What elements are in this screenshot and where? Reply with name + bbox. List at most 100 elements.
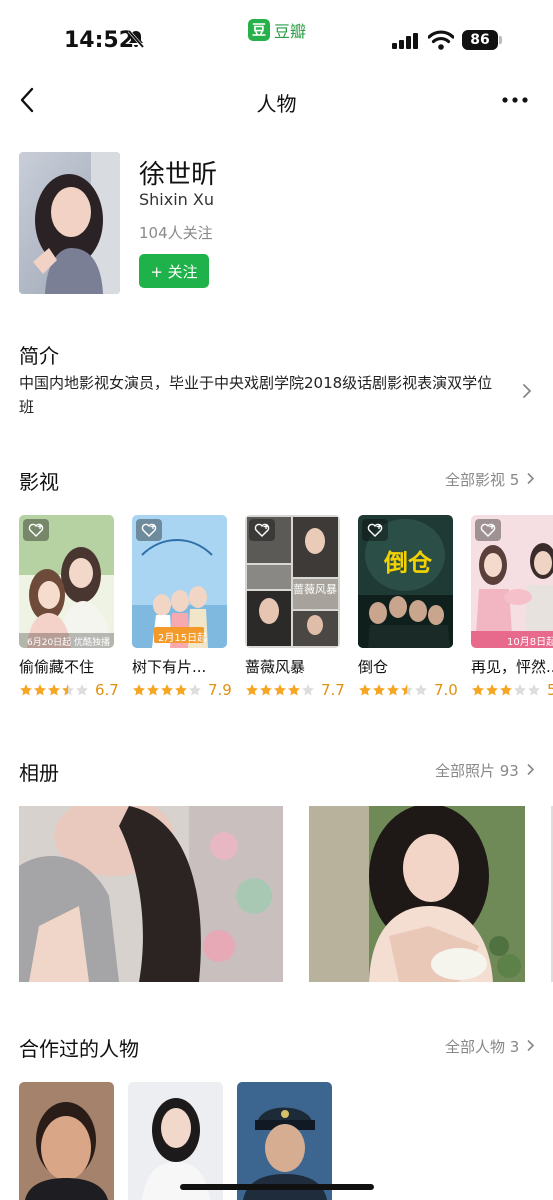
star-icon xyxy=(175,684,187,696)
wish-heart-icon[interactable] xyxy=(249,519,275,541)
star-icon xyxy=(133,684,145,696)
film-poster[interactable]: 蔷薇风暴 xyxy=(245,515,340,648)
bell-muted-icon xyxy=(127,30,145,48)
follow-button[interactable]: + 关注 xyxy=(139,254,209,288)
all-collaborators-label: 全部人物 3 xyxy=(445,1038,520,1056)
film-title: 树下有片... xyxy=(132,658,207,676)
film-score: 6.7 xyxy=(95,681,119,699)
star-icon xyxy=(34,684,46,696)
film-poster[interactable]: 倒仓 xyxy=(358,515,453,648)
app-indicator: 豆 豆瓣 xyxy=(248,19,306,41)
signal-icon xyxy=(392,33,418,49)
film-score: 7.9 xyxy=(208,681,232,699)
film-poster[interactable]: 2月15日起 xyxy=(132,515,227,648)
film-title: 倒仓 xyxy=(358,658,389,676)
wifi-icon xyxy=(428,30,454,50)
film-card[interactable]: 蔷薇风暴 蔷薇风暴 7.7 xyxy=(245,515,345,699)
film-card[interactable]: 2月15日起 树下有片... 7.9 xyxy=(132,515,232,699)
person-name: 徐世昕 xyxy=(139,160,218,190)
app-name: 豆瓣 xyxy=(274,22,307,41)
all-collaborators-link[interactable]: 全部人物 3 xyxy=(445,1036,536,1057)
album-title: 相册 xyxy=(19,761,59,785)
film-rating: 5 xyxy=(471,681,553,699)
wish-heart-icon[interactable] xyxy=(23,519,49,541)
all-works-link[interactable]: 全部影视 5 xyxy=(445,469,536,490)
star-icon xyxy=(260,684,272,696)
chevron-right-icon xyxy=(527,472,535,485)
star-icon xyxy=(246,684,258,696)
person-photo[interactable] xyxy=(19,152,120,294)
star-icon xyxy=(528,684,540,696)
film-title: 偷偷藏不住 xyxy=(19,658,95,676)
star-icon xyxy=(387,684,399,696)
star-icon xyxy=(274,684,286,696)
star-icon xyxy=(514,684,526,696)
douban-logo: 豆 xyxy=(248,19,270,41)
film-score: 7.7 xyxy=(321,681,345,699)
collaborator-photo[interactable] xyxy=(128,1082,223,1200)
collaborator-photo[interactable] xyxy=(237,1082,332,1200)
star-icon xyxy=(302,684,314,696)
star-icon xyxy=(486,684,498,696)
film-title: 蔷薇风暴 xyxy=(245,658,306,676)
intro-text[interactable]: 中国内地影视女演员，毕业于中央戏剧学院2018级话剧影视表演双学位班 xyxy=(19,371,507,419)
star-icon xyxy=(20,684,32,696)
chevron-right-icon[interactable] xyxy=(521,382,533,400)
star-icon xyxy=(401,684,413,696)
film-card[interactable]: 倒仓 倒仓 7.0 xyxy=(358,515,458,699)
all-photos-label: 全部照片 93 xyxy=(435,762,519,780)
star-rating xyxy=(132,683,202,697)
film-rating: 6.7 xyxy=(19,681,119,699)
works-title: 影视 xyxy=(19,470,59,494)
status-time: 14:52 xyxy=(64,28,135,53)
album-photo[interactable] xyxy=(309,806,525,982)
all-works-label: 全部影视 5 xyxy=(445,471,520,489)
star-icon xyxy=(48,684,60,696)
star-icon xyxy=(472,684,484,696)
star-icon xyxy=(359,684,371,696)
home-indicator[interactable] xyxy=(180,1184,374,1190)
poster-caption: 2月15日起 xyxy=(158,633,208,644)
follower-count: 104人关注 xyxy=(139,224,213,242)
page-title: 人物 xyxy=(256,92,297,116)
film-card[interactable]: 6月20日起 优酷独播 偷偷藏不住 6.7 xyxy=(19,515,119,699)
battery-cap xyxy=(499,36,502,44)
album-photo[interactable] xyxy=(19,806,283,982)
chevron-right-icon xyxy=(527,763,534,776)
chevron-right-icon xyxy=(527,1039,535,1052)
poster-caption: 6月20日起 优酷独播 xyxy=(27,638,111,648)
wish-heart-icon[interactable] xyxy=(136,519,162,541)
all-photos-link[interactable]: 全部照片 93 xyxy=(435,760,536,781)
film-score: 5 xyxy=(547,681,553,699)
film-poster[interactable]: 6月20日起 优酷独播 xyxy=(19,515,114,648)
star-icon xyxy=(189,684,201,696)
star-rating xyxy=(471,683,541,697)
profile-header: 徐世昕 Shixin Xu 104人关注 + 关注 xyxy=(19,152,539,294)
star-icon xyxy=(147,684,159,696)
poster-caption: 倒仓 xyxy=(384,549,432,577)
star-icon xyxy=(373,684,385,696)
poster-caption: 10月8日起 xyxy=(507,637,553,648)
star-rating xyxy=(245,683,315,697)
film-card[interactable]: 10月8日起 再见，怦然... 5 xyxy=(471,515,553,699)
poster-caption: 蔷薇风暴 xyxy=(293,583,337,596)
film-score: 7.0 xyxy=(434,681,458,699)
more-options-icon[interactable] xyxy=(500,86,532,114)
star-rating xyxy=(19,683,89,697)
film-rating: 7.7 xyxy=(245,681,345,699)
collaborators-title: 合作过的人物 xyxy=(19,1037,139,1061)
star-icon xyxy=(415,684,427,696)
star-icon xyxy=(500,684,512,696)
wish-heart-icon[interactable] xyxy=(475,519,501,541)
status-bar: 14:52 豆 豆瓣 86 xyxy=(0,0,553,70)
star-icon xyxy=(76,684,88,696)
film-poster[interactable]: 10月8日起 xyxy=(471,515,553,648)
film-title: 再见，怦然... xyxy=(471,658,553,676)
wish-heart-icon[interactable] xyxy=(362,519,388,541)
star-icon xyxy=(288,684,300,696)
star-rating xyxy=(358,683,428,697)
star-icon xyxy=(62,684,74,696)
film-rating: 7.9 xyxy=(132,681,232,699)
collaborator-photo[interactable] xyxy=(19,1082,114,1200)
nav-bar: 人物 xyxy=(0,78,553,124)
